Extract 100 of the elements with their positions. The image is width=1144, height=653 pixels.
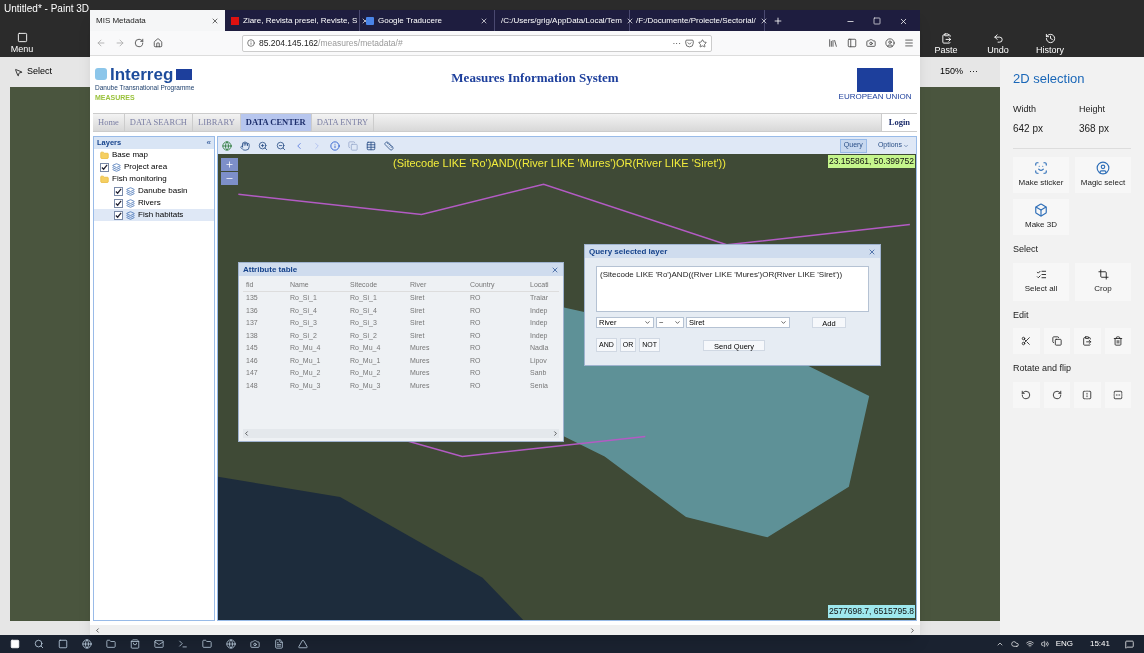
taskbar-icon[interactable] (130, 639, 140, 649)
tree-item[interactable]: Base map (94, 149, 214, 161)
trash-icon (1112, 336, 1123, 346)
flip-horizontal-button[interactable] (1074, 381, 1101, 408)
layer-icon (126, 210, 135, 220)
menu-icon[interactable] (904, 38, 914, 48)
taskbar-icon[interactable] (226, 639, 236, 649)
caret-icon (674, 319, 681, 326)
paste-button[interactable] (1074, 328, 1101, 354)
network-icon[interactable] (1025, 640, 1034, 648)
maximize-icon[interactable] (873, 17, 881, 25)
action-button[interactable]: Make sticker (1013, 157, 1069, 193)
zoom-out-icon[interactable] (276, 140, 286, 151)
taskbar-icon[interactable] (58, 639, 68, 649)
tree-item[interactable]: Fish monitoring (94, 173, 214, 185)
pocket-icon[interactable] (685, 38, 694, 48)
section-title: Edit (1013, 308, 1030, 322)
zoom-in-icon[interactable] (258, 140, 268, 151)
notification-icon[interactable] (1125, 639, 1134, 649)
info-icon[interactable] (330, 140, 340, 151)
account-icon[interactable] (885, 38, 895, 48)
scroll-right-icon[interactable] (552, 430, 559, 437)
toolbar-button[interactable]: Paste (926, 33, 966, 58)
eu-label: EUROPEAN UNION (838, 91, 912, 102)
logo-text: Interreg (110, 65, 174, 83)
tree-item[interactable]: Rivers (94, 197, 214, 209)
flip-vertical-button[interactable] (1104, 381, 1131, 408)
scroll-left-icon[interactable] (243, 430, 250, 437)
new-tab-icon[interactable] (773, 16, 783, 26)
tree-item[interactable]: Danube basin (94, 185, 214, 197)
checkbox[interactable] (100, 162, 109, 172)
menu-button[interactable]: Menu (0, 32, 44, 57)
tree-item[interactable]: Fish habitats (94, 209, 214, 221)
bookmark-icon[interactable] (698, 38, 707, 48)
person-icon (1096, 161, 1110, 175)
rotate-right-button[interactable] (1043, 381, 1070, 408)
action-button[interactable]: Magic select (1075, 157, 1131, 193)
taskbar-icon[interactable] (154, 639, 164, 649)
zoom-in-button[interactable] (221, 158, 238, 171)
action-button[interactable]: Make 3D (1013, 199, 1069, 235)
library-icon[interactable] (828, 38, 838, 48)
more-button[interactable]: ··· (969, 65, 978, 79)
query-text-area[interactable]: (Sitecode LIKE 'Ro')AND((River LIKE 'Mures')OR(River LIKE 'Siret')) (596, 266, 869, 312)
tree-item[interactable]: Project area (94, 161, 214, 173)
sidebar-icon[interactable] (847, 38, 857, 48)
toolbar-button[interactable]: Undo (978, 33, 1018, 58)
home-icon[interactable] (153, 38, 163, 48)
rotate-left-button[interactable] (1013, 381, 1040, 408)
window-title: Attribute table (243, 263, 298, 276)
clipboard-icon (1082, 336, 1093, 346)
scroll-left-icon[interactable] (94, 626, 101, 634)
scroll-right-icon[interactable] (909, 626, 916, 634)
start-icon[interactable] (10, 639, 20, 649)
close-icon[interactable] (899, 17, 908, 26)
flag-icon (176, 68, 193, 80)
checkbox[interactable] (114, 186, 123, 196)
cut-button[interactable] (1013, 328, 1040, 354)
taskbar-icon[interactable] (298, 639, 308, 649)
favicon-icon (366, 16, 374, 25)
nav-tab[interactable]: DATA CENTER (240, 114, 312, 131)
address-bar[interactable]: 85.204.145.162/measures/metadata/# ··· (242, 34, 712, 52)
reload-icon[interactable] (134, 38, 144, 48)
rotate-right-icon (1051, 389, 1062, 400)
language-label[interactable]: ENG (1055, 638, 1073, 650)
action-button[interactable]: Crop (1075, 262, 1131, 301)
select-button[interactable]: Select (14, 65, 52, 79)
checkbox[interactable] (114, 198, 123, 208)
action-button[interactable]: Select all (1013, 262, 1069, 301)
table-icon[interactable] (366, 140, 376, 151)
copy-button[interactable] (1043, 328, 1070, 354)
cloud-icon[interactable] (1010, 640, 1019, 648)
clock-label[interactable]: 15:41 (1089, 638, 1110, 650)
tray-icon[interactable] (995, 640, 1004, 648)
checkbox[interactable] (114, 210, 123, 220)
volume-icon[interactable] (1040, 640, 1049, 648)
folder-icon (100, 150, 109, 160)
rotate-left-icon (1021, 389, 1032, 400)
delete-button[interactable] (1104, 328, 1131, 354)
ruler-icon[interactable] (384, 140, 394, 151)
taskbar-icon[interactable] (274, 639, 284, 649)
folder-icon (100, 174, 109, 184)
collapse-button[interactable]: « (206, 139, 211, 147)
browser-tab[interactable]: MIS Metadata (90, 10, 225, 31)
info-icon[interactable] (247, 39, 255, 47)
panel-title: 2D selection (1013, 70, 1086, 88)
taskbar-icon[interactable] (202, 639, 212, 649)
taskbar-icon[interactable] (178, 639, 188, 649)
zoom-extent-icon[interactable] (222, 140, 232, 151)
taskbar-icon[interactable] (250, 639, 260, 649)
taskbar-icon[interactable] (106, 639, 116, 649)
login-button[interactable]: Login (880, 114, 917, 131)
close-icon (551, 265, 559, 274)
site-title: Measures Information System (450, 68, 620, 87)
caret-icon (903, 142, 909, 149)
flip-horizontal-icon (1082, 389, 1093, 400)
caret-icon (780, 319, 787, 326)
taskbar-icon[interactable] (34, 639, 44, 649)
pan-icon[interactable] (240, 140, 250, 151)
toolbar-button[interactable]: History (1030, 33, 1070, 58)
taskbar-icon[interactable] (82, 639, 92, 649)
